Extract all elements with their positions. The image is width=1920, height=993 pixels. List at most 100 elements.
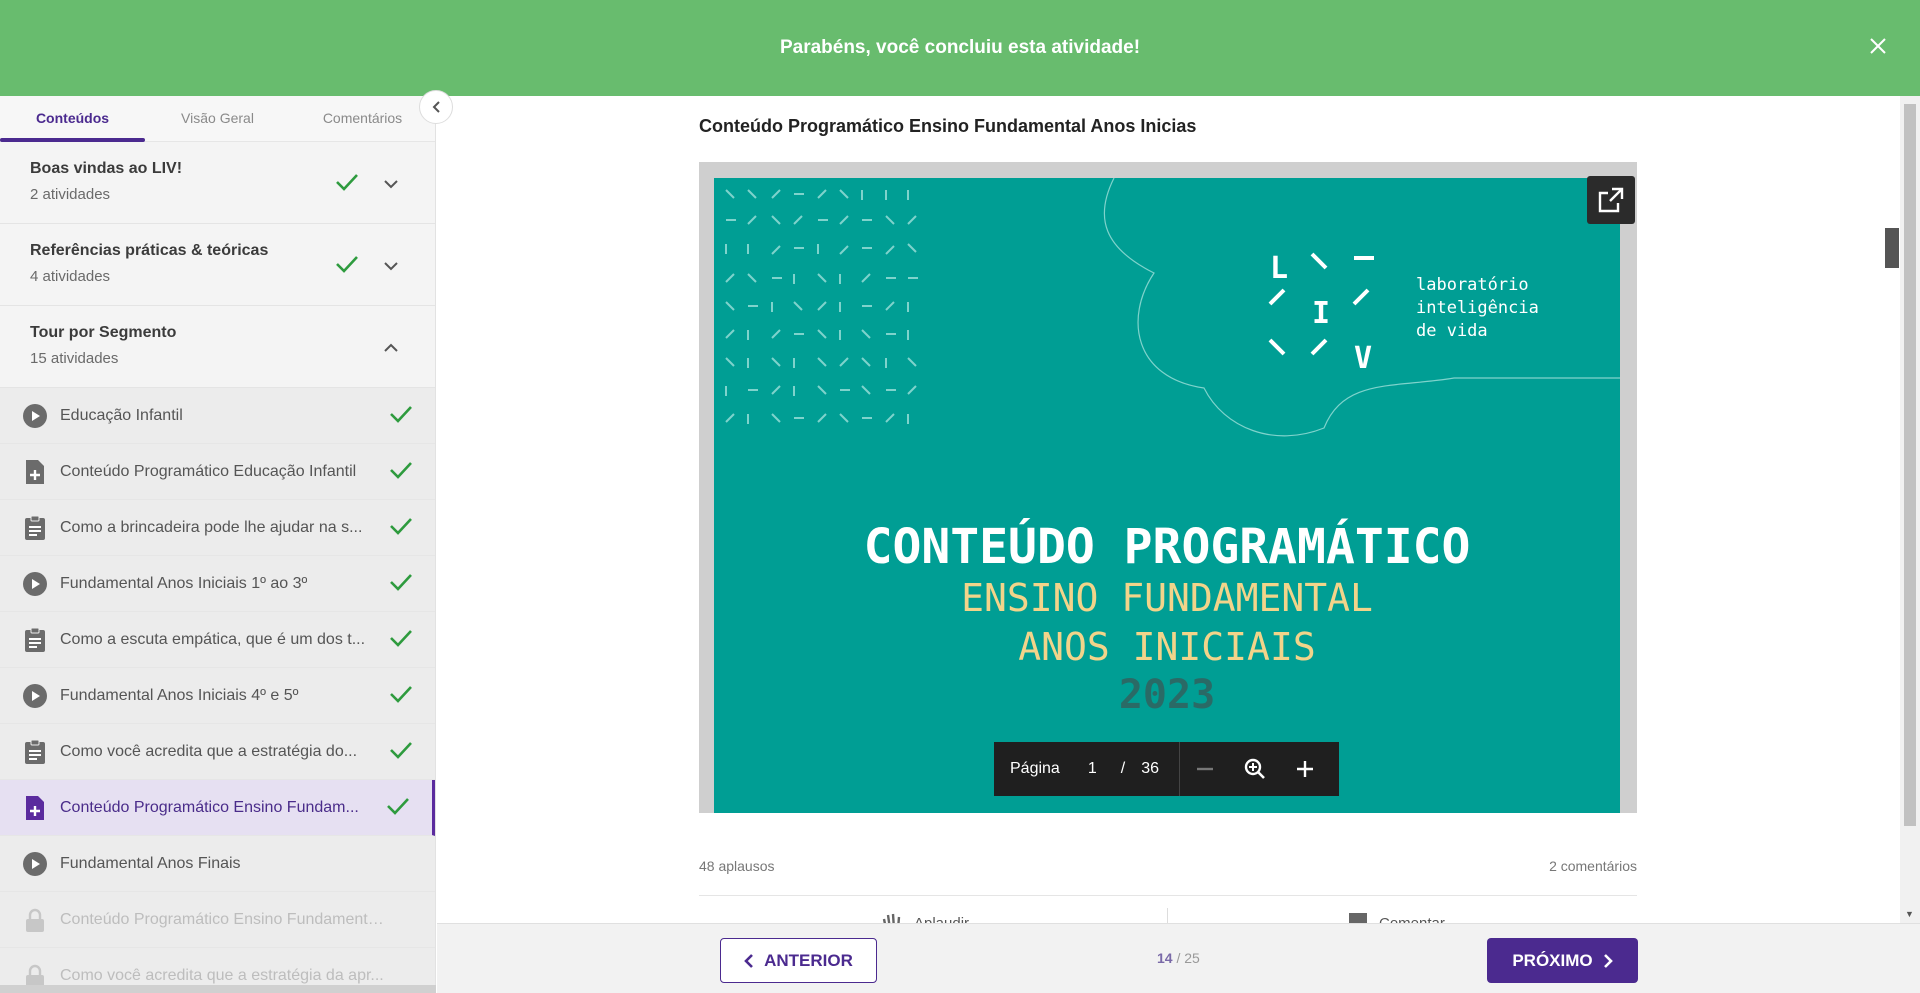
svg-text:de vida: de vida — [1416, 321, 1488, 341]
pdf-viewer[interactable]: L I V laboratório inteligência de vida C… — [699, 162, 1899, 813]
chevron-right-icon — [1603, 953, 1613, 968]
list-item[interactable]: Fundamental Anos Finais — [0, 836, 435, 892]
page-total: 36 — [1141, 760, 1159, 777]
fullscreen-icon[interactable] — [1587, 176, 1635, 224]
clipboard-icon — [22, 515, 48, 541]
chevron-up-icon[interactable] — [383, 340, 399, 358]
svg-text:V: V — [1354, 341, 1372, 376]
sidebar-tabs: Conteúdos Visão Geral Comentários — [0, 96, 435, 142]
chevron-left-icon — [432, 101, 440, 113]
check-icon — [389, 628, 413, 653]
slide-page: L I V laboratório inteligência de vida C… — [714, 178, 1620, 813]
section-title: Tour por Segmento — [30, 324, 177, 341]
comment-icon — [1347, 911, 1369, 923]
lock-icon — [22, 907, 48, 933]
section-tour[interactable]: Tour por Segmento 15 atividades — [0, 306, 435, 388]
tab-conteudos[interactable]: Conteúdos — [0, 96, 145, 142]
play-icon — [22, 683, 48, 709]
close-icon[interactable] — [1866, 34, 1890, 58]
page-title: Conteúdo Programático Ensino Fundamental… — [699, 116, 1197, 136]
collapse-sidebar-button[interactable] — [419, 90, 453, 124]
list-item-locked: Conteúdo Programático Ensino Fundamental… — [0, 892, 435, 948]
slide-artwork: L I V laboratório inteligência de vida C… — [725, 178, 1620, 718]
list-item[interactable]: Como você acredita que a estratégia do..… — [0, 724, 435, 780]
comment-label: Comentar — [1379, 914, 1445, 924]
list-item-label: Como você acredita que a estratégia do..… — [60, 742, 358, 760]
engagement-stats: 48 aplausos 2 comentários — [699, 858, 1637, 874]
progress-total: / 25 — [1176, 950, 1200, 966]
list-item-active[interactable]: Conteúdo Programático Ensino Fundam... — [0, 780, 435, 836]
svg-text:inteligência: inteligência — [1416, 298, 1539, 318]
check-icon — [389, 572, 413, 597]
sidebar-scroll-edge — [0, 985, 436, 993]
page-label: Página — [1010, 760, 1060, 777]
svg-text:I: I — [1312, 296, 1330, 331]
chevron-down-icon[interactable] — [383, 258, 399, 276]
check-icon — [386, 796, 410, 821]
clipboard-icon — [22, 739, 48, 765]
footer-nav: ANTERIOR 14 / 25 PRÓXIMO — [437, 923, 1920, 993]
list-item-label: Fundamental Anos Finais — [60, 854, 241, 872]
zoom-out-icon[interactable] — [1180, 742, 1230, 796]
list-item[interactable]: Fundamental Anos Iniciais 4º e 5º — [0, 668, 435, 724]
section-referencias[interactable]: Referências práticas & teóricas 4 ativid… — [0, 224, 435, 306]
chevron-down-icon[interactable] — [383, 176, 399, 194]
scrollbar-thumb[interactable] — [1904, 104, 1916, 826]
page-number-input[interactable]: 1 — [1088, 760, 1097, 778]
list-item-label: Como a brincadeira pode lhe ajudar na s.… — [60, 518, 363, 536]
divider — [699, 895, 1637, 896]
list-item[interactable]: Conteúdo Programático Educação Infantil — [0, 444, 435, 500]
check-icon — [389, 516, 413, 541]
dash-pattern — [725, 189, 918, 424]
list-item-label: Fundamental Anos Iniciais 4º e 5º — [60, 686, 299, 704]
svg-text:ENSINO FUNDAMENTAL: ENSINO FUNDAMENTAL — [961, 576, 1373, 620]
svg-text:ANOS INICIAIS: ANOS INICIAIS — [1018, 625, 1315, 669]
tab-visao-geral[interactable]: Visão Geral — [145, 96, 290, 141]
document-add-icon — [22, 795, 48, 821]
list-item-label: Como você acredita que a estratégia da a… — [60, 966, 384, 984]
svg-text:CONTEÚDO PROGRAMÁTICO: CONTEÚDO PROGRAMÁTICO — [864, 518, 1471, 575]
list-item[interactable]: Como a escuta empática, que é um dos t..… — [0, 612, 435, 668]
zoom-in-icon[interactable] — [1280, 742, 1330, 796]
liv-logo: L I V — [1270, 251, 1372, 376]
applause-count: 48 aplausos — [699, 858, 775, 874]
zoom-search-icon[interactable] — [1230, 742, 1280, 796]
success-banner: Parabéns, você concluiu esta atividade! — [0, 0, 1920, 96]
svg-text:L: L — [1270, 251, 1288, 286]
check-icon — [389, 460, 413, 485]
page-navigator: Página 1 / 36 — [994, 742, 1339, 796]
check-icon — [335, 254, 359, 279]
page-scrollbar[interactable]: ▼ — [1900, 96, 1920, 923]
clipboard-icon — [22, 627, 48, 653]
svg-text:laboratório: laboratório — [1416, 275, 1529, 295]
viewer-scrollbar[interactable] — [1885, 228, 1899, 268]
applaud-label: Aplaudir — [914, 914, 970, 924]
svg-text:2023: 2023 — [1119, 672, 1215, 718]
section-boas-vindas[interactable]: Boas vindas ao LIV! 2 atividades — [0, 142, 435, 224]
next-label: PRÓXIMO — [1512, 950, 1593, 970]
applaud-button[interactable]: Aplaudir — [882, 911, 969, 923]
list-item-label: Fundamental Anos Iniciais 1º ao 3º — [60, 574, 308, 592]
previous-button[interactable]: ANTERIOR — [720, 938, 877, 983]
check-icon — [389, 740, 413, 765]
list-item-label: Conteúdo Programático Ensino Fundam... — [60, 798, 359, 816]
check-icon — [389, 404, 413, 429]
progress-current: 14 — [1157, 950, 1173, 966]
tab-comentarios[interactable]: Comentários — [290, 96, 435, 141]
comment-count[interactable]: 2 comentários — [1549, 858, 1637, 874]
comment-button[interactable]: Comentar — [1347, 911, 1445, 923]
scroll-down-arrow-icon[interactable]: ▼ — [1905, 909, 1914, 919]
list-item-label: Conteúdo Programático Educação Infantil — [60, 462, 357, 480]
play-icon — [22, 571, 48, 597]
page-separator: / — [1120, 760, 1126, 777]
chevron-left-icon — [744, 953, 754, 968]
divider — [1167, 908, 1168, 923]
clap-icon — [882, 911, 904, 923]
list-item[interactable]: Fundamental Anos Iniciais 1º ao 3º — [0, 556, 435, 612]
list-item[interactable]: Educação Infantil — [0, 388, 435, 444]
activity-progress: 14 / 25 — [1157, 950, 1200, 966]
play-icon — [22, 851, 48, 877]
document-add-icon — [22, 459, 48, 485]
next-button[interactable]: PRÓXIMO — [1487, 938, 1638, 983]
list-item[interactable]: Como a brincadeira pode lhe ajudar na s.… — [0, 500, 435, 556]
